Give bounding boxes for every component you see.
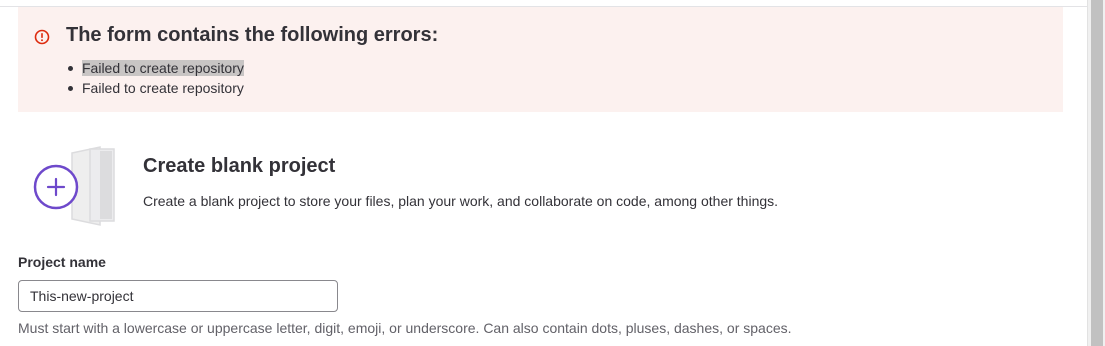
error-alert: The form contains the following errors: … [18, 7, 1063, 112]
create-blank-project-description: Create a blank project to store your fil… [143, 193, 779, 209]
error-circle-icon [34, 29, 50, 45]
error-item-text: Failed to create repository [82, 60, 244, 76]
project-name-label: Project name [18, 254, 106, 270]
add-project-icon [28, 145, 118, 230]
alert-title: The form contains the following errors: [66, 24, 439, 46]
error-item: Failed to create repository [66, 58, 244, 78]
create-blank-project-title: Create blank project [143, 155, 336, 177]
scrollbar-thumb[interactable] [1091, 0, 1103, 346]
project-name-help: Must start with a lowercase or uppercase… [18, 320, 792, 336]
project-name-input[interactable] [18, 280, 338, 312]
error-item-text: Failed to create repository [82, 80, 244, 96]
new-project-page: The form contains the following errors: … [0, 0, 1105, 346]
vertical-scrollbar[interactable] [1087, 0, 1105, 346]
error-list: Failed to create repository Failed to cr… [66, 58, 244, 98]
error-item: Failed to create repository [66, 78, 244, 98]
